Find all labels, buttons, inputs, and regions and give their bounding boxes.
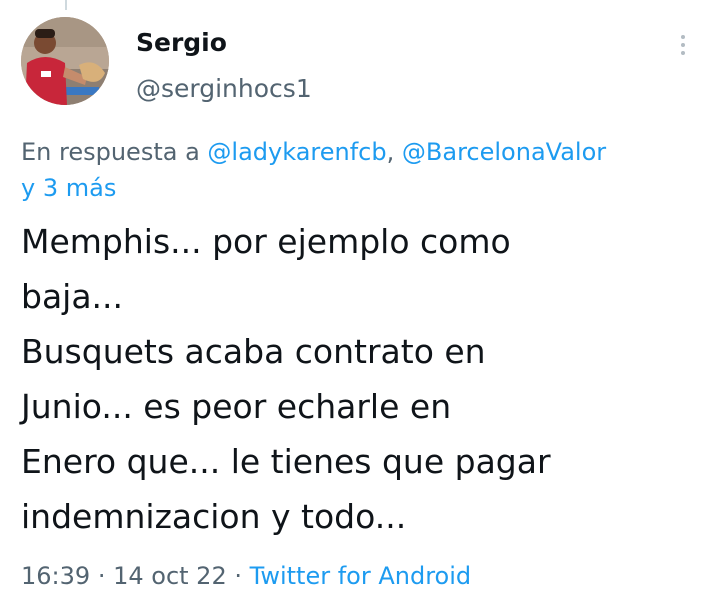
tweet-date[interactable]: 14 oct 22 bbox=[113, 562, 227, 590]
more-options-button[interactable] bbox=[668, 28, 698, 62]
thread-connector-line bbox=[65, 0, 67, 10]
avatar[interactable] bbox=[21, 17, 109, 105]
reply-comma: , bbox=[386, 138, 395, 166]
more-vertical-icon-dot-2 bbox=[681, 43, 685, 47]
reply-mention-barcelonavalor[interactable]: @BarcelonaValor bbox=[402, 138, 606, 166]
tweet-time[interactable]: 16:39 bbox=[21, 562, 90, 590]
tweet-source-link[interactable]: Twitter for Android bbox=[250, 562, 471, 590]
more-vertical-icon-dot-3 bbox=[681, 51, 685, 55]
avatar-photo bbox=[21, 17, 109, 105]
meta-separator: · bbox=[97, 562, 106, 590]
author-handle[interactable]: @serginhocs1 bbox=[136, 74, 312, 103]
tweet-meta: 16:39 · 14 oct 22 · Twitter for Android bbox=[21, 562, 471, 590]
tweet-text: Memphis... por ejemplo como baja... Busq… bbox=[21, 222, 551, 536]
more-vertical-icon bbox=[681, 35, 685, 39]
reply-context: En respuesta a @ladykarenfcb, @Barcelona… bbox=[21, 134, 711, 206]
reply-mention-ladykarenfcb[interactable]: @ladykarenfcb bbox=[207, 138, 386, 166]
meta-separator-2: · bbox=[234, 562, 242, 590]
reply-more-link[interactable]: y 3 más bbox=[21, 174, 116, 202]
author-display-name[interactable]: Sergio bbox=[136, 28, 227, 57]
reply-prefix: En respuesta a bbox=[21, 138, 200, 166]
